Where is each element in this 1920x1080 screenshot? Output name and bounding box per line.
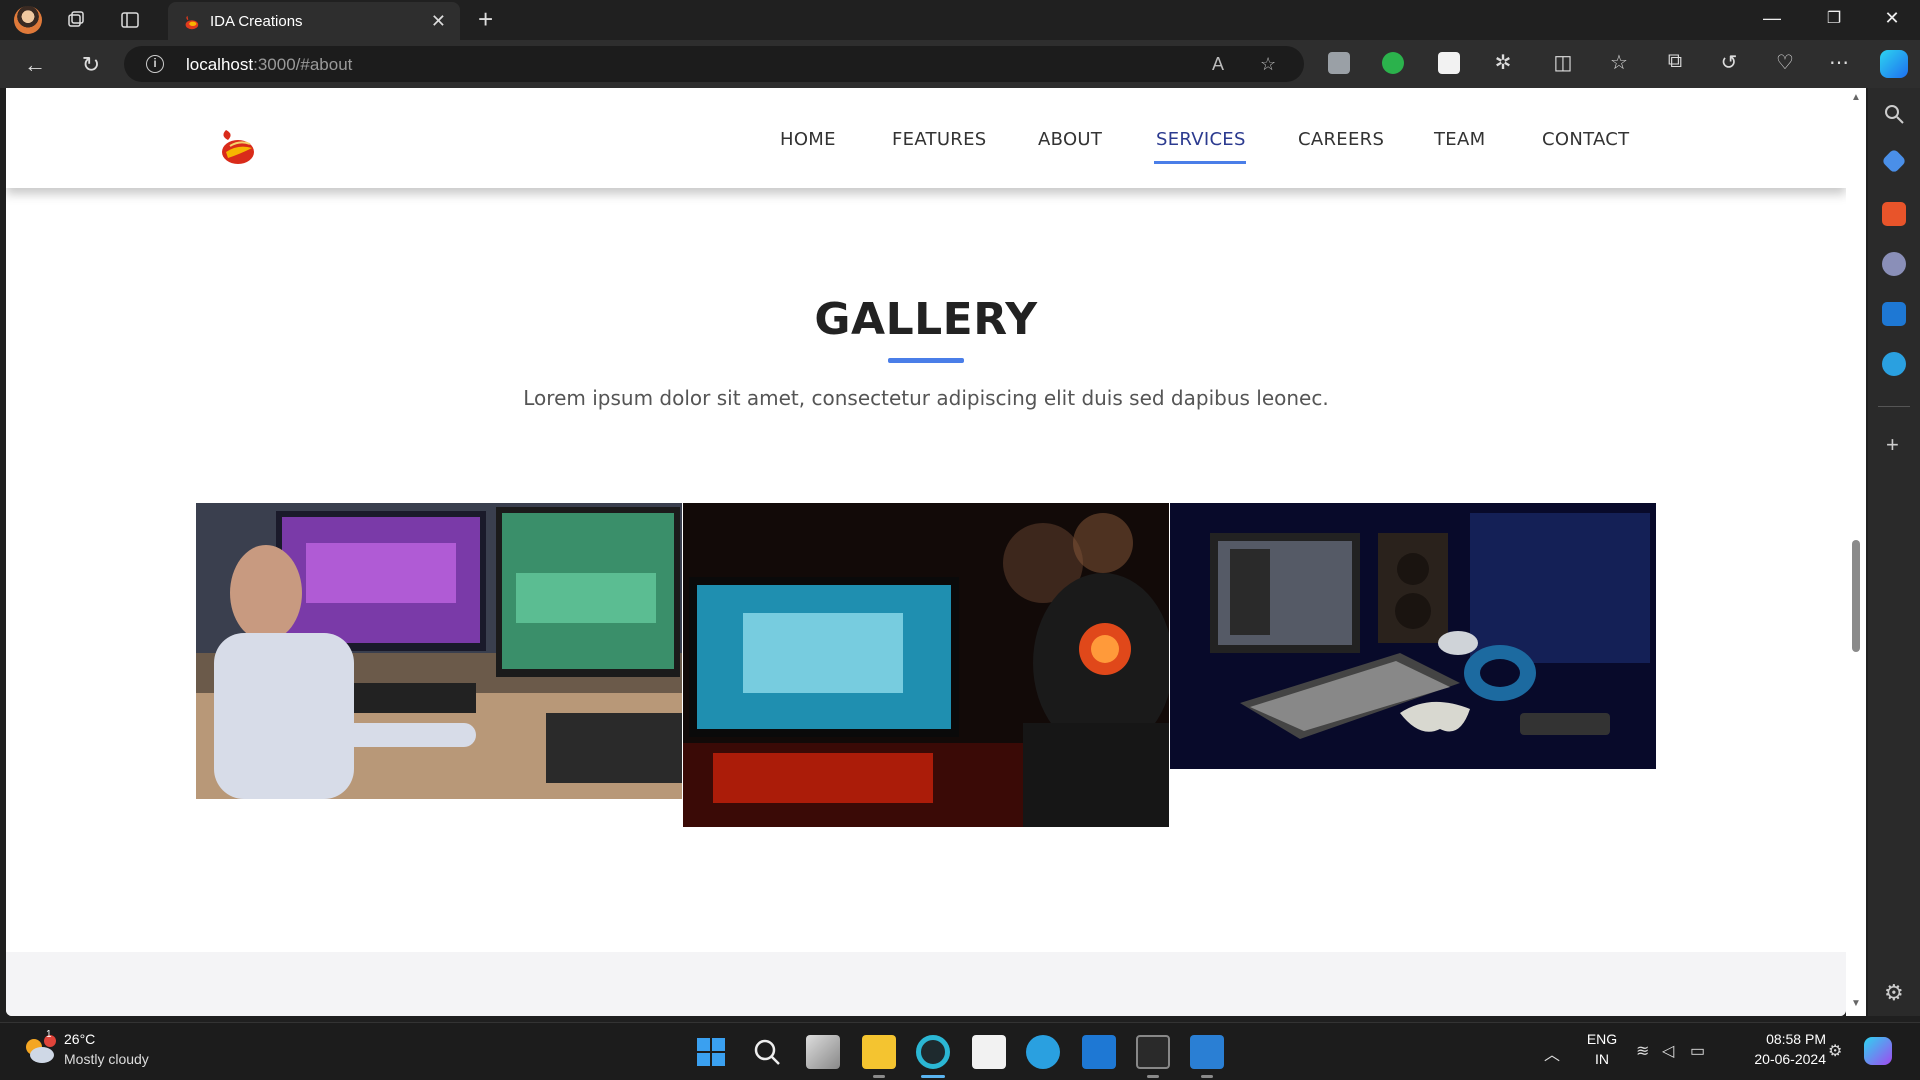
nav-features[interactable]: FEATURES — [892, 129, 987, 150]
nav-active-underline — [1154, 161, 1246, 164]
nav-home[interactable]: HOME — [780, 129, 836, 150]
next-section-strip — [6, 952, 1846, 1016]
gallery-subtitle: Lorem ipsum dolor sit amet, consectetur … — [523, 386, 1329, 410]
collections-icon[interactable]: ⧉ — [1662, 50, 1688, 73]
weather-temp: 26°C — [64, 1031, 96, 1047]
scroll-up-icon[interactable]: ▲ — [1851, 92, 1861, 103]
close-window-button[interactable]: ✕ — [1872, 8, 1912, 29]
weather-desc: Mostly cloudy — [64, 1051, 149, 1067]
battery-icon[interactable]: ▭ — [1690, 1041, 1705, 1061]
outlook-new-icon[interactable] — [1082, 1035, 1116, 1069]
tray-overflow-chevron-icon[interactable]: ︿ — [1544, 1041, 1560, 1065]
url-host: localhost — [186, 55, 254, 74]
edge-browser-icon[interactable] — [916, 1035, 950, 1069]
site-favicon-icon — [185, 15, 199, 30]
shopping-tag-icon[interactable] — [1881, 148, 1907, 174]
gallery-image-gamer-headset[interactable] — [683, 503, 1169, 827]
tools-briefcase-icon[interactable] — [1882, 202, 1906, 226]
performance-icon[interactable]: ♡ — [1772, 50, 1798, 75]
notifications-gear-icon[interactable]: ⚙ — [1828, 1041, 1842, 1061]
nav-contact[interactable]: CONTACT — [1542, 129, 1629, 150]
back-icon[interactable]: ← — [22, 52, 48, 78]
gallery-title: GALLERY — [814, 294, 1038, 345]
scrollbar-thumb[interactable] — [1852, 540, 1860, 652]
terminal-running-indicator — [1147, 1075, 1159, 1078]
refresh-icon[interactable]: ↻ — [78, 52, 104, 78]
explorer-running-indicator — [873, 1075, 885, 1078]
weather-badge: 1 — [46, 1029, 52, 1040]
tab-ida-creations[interactable]: IDA Creations ✕ — [168, 2, 460, 40]
title-underline — [888, 358, 964, 363]
favorites-icon[interactable]: ☆ — [1606, 50, 1632, 75]
gallery-image-gaming-setup[interactable] — [1170, 503, 1656, 769]
task-view-icon[interactable] — [806, 1035, 840, 1069]
more-menu-icon[interactable]: ⋯ — [1826, 50, 1852, 75]
ida-logo-icon[interactable] — [216, 124, 260, 168]
windows-taskbar: 1 26°C Mostly cloudy ︿ ENG IN ≋ ◁ ▭ 08:5… — [0, 1022, 1920, 1080]
read-aloud-icon[interactable]: A — [1212, 54, 1224, 75]
add-app-icon[interactable]: + — [1886, 432, 1899, 458]
extension-n-icon[interactable] — [1382, 52, 1404, 74]
lang-bottom[interactable]: IN — [1584, 1051, 1620, 1067]
lang-top[interactable]: ENG — [1584, 1031, 1620, 1047]
extensions-puzzle-icon[interactable]: ✲ — [1490, 50, 1516, 75]
file-explorer-icon[interactable] — [862, 1035, 896, 1069]
nav-team[interactable]: TEAM — [1434, 129, 1485, 150]
clock-time[interactable]: 08:58 PM — [1736, 1031, 1826, 1047]
history-icon[interactable]: ↺ — [1716, 50, 1742, 75]
url-text: localhost:3000/#about — [186, 55, 352, 75]
windows-start-icon[interactable] — [694, 1035, 728, 1069]
nav-services[interactable]: SERVICES — [1156, 129, 1246, 150]
nav-about[interactable]: ABOUT — [1038, 129, 1102, 150]
copilot-icon[interactable] — [1880, 50, 1908, 78]
tab-actions-icon[interactable] — [120, 10, 140, 30]
address-bar[interactable]: i localhost:3000/#about A ☆ — [124, 46, 1304, 82]
sidebar-settings-gear-icon[interactable]: ⚙ — [1884, 980, 1904, 1006]
maximize-button[interactable]: ❐ — [1814, 8, 1854, 28]
site-info-icon[interactable]: i — [146, 55, 164, 73]
gallery-image-office-gaming[interactable] — [196, 503, 682, 799]
games-icon[interactable] — [1882, 252, 1906, 276]
new-tab-button[interactable]: + — [478, 4, 493, 35]
split-screen-icon[interactable]: ◫ — [1550, 50, 1576, 75]
telegram-icon[interactable] — [1882, 352, 1906, 376]
taskbar-search-icon[interactable] — [750, 1035, 784, 1069]
browser-titlebar: IDA Creations ✕ + — ❐ ✕ — [0, 0, 1920, 40]
vscode-icon[interactable] — [1190, 1035, 1224, 1069]
browser-toolbar: ← ↻ i localhost:3000/#about A ☆ ✲ ◫ ☆ ⧉ … — [0, 40, 1920, 88]
edge-sidebar: + ⚙ — [1868, 88, 1920, 1016]
clock-date[interactable]: 20-06-2024 — [1736, 1051, 1826, 1067]
sidebar-divider — [1878, 406, 1910, 407]
tab-title: IDA Creations — [210, 13, 303, 30]
volume-icon[interactable]: ◁ — [1662, 1041, 1674, 1061]
minimize-button[interactable]: — — [1752, 8, 1792, 29]
workspaces-icon[interactable] — [66, 10, 86, 30]
copilot-taskbar-icon[interactable] — [1864, 1037, 1892, 1065]
tab-close-button[interactable]: ✕ — [431, 11, 446, 32]
nav-careers[interactable]: CAREERS — [1298, 129, 1384, 150]
edge-running-indicator — [921, 1075, 945, 1078]
url-path: :3000/#about — [253, 55, 353, 74]
scroll-down-icon[interactable]: ▼ — [1851, 998, 1861, 1009]
extension-b-icon[interactable] — [1438, 52, 1460, 74]
search-icon[interactable] — [1882, 102, 1906, 126]
terminal-icon[interactable] — [1136, 1035, 1170, 1069]
profile-avatar[interactable] — [14, 6, 42, 34]
vscode-running-indicator — [1201, 1075, 1213, 1078]
extension-person-icon[interactable] — [1328, 52, 1350, 74]
outlook-icon[interactable] — [1882, 302, 1906, 326]
wifi-icon[interactable]: ≋ — [1636, 1041, 1649, 1061]
telegram-taskbar-icon[interactable] — [1026, 1035, 1060, 1069]
page-viewport: HOME FEATURES ABOUT SERVICES CAREERS TEA… — [6, 88, 1846, 1016]
favorite-star-icon[interactable]: ☆ — [1260, 54, 1276, 75]
page-scrollbar[interactable]: ▲ ▼ — [1846, 88, 1866, 1016]
microsoft-store-icon[interactable] — [972, 1035, 1006, 1069]
site-header: HOME FEATURES ABOUT SERVICES CAREERS TEA… — [6, 88, 1846, 188]
